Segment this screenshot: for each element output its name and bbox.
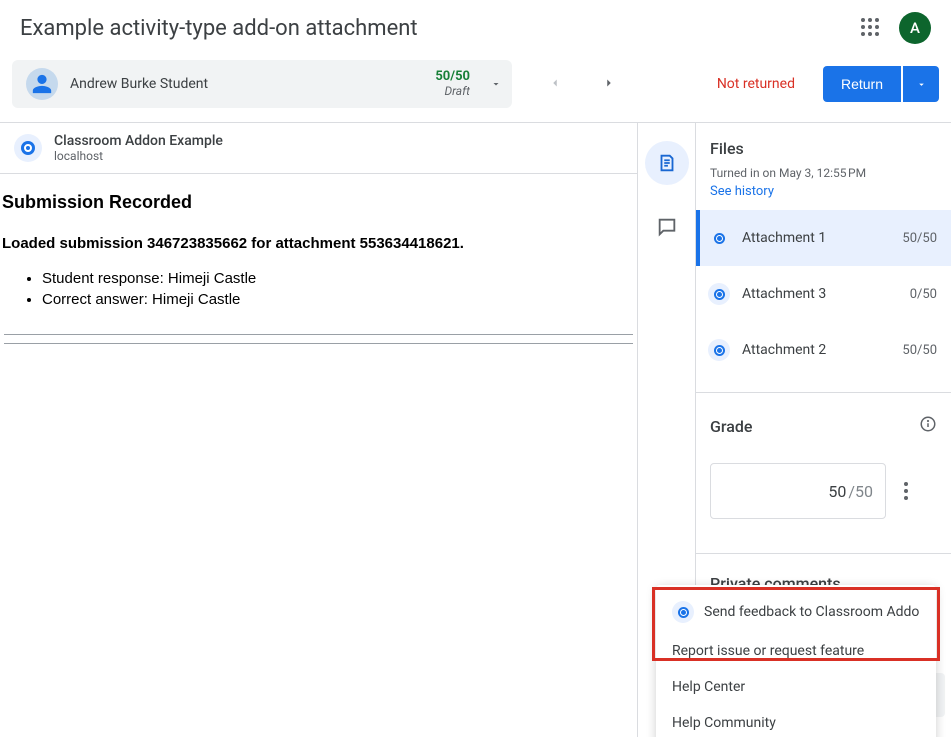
file-list: Attachment 1 50/50 Attachment 3 0/50 Att… — [696, 209, 951, 378]
files-tab-icon[interactable] — [645, 141, 689, 185]
grade-more-icon[interactable] — [904, 482, 908, 500]
next-student-button[interactable] — [596, 70, 622, 99]
app-header: Example activity-type add-on attachment … — [0, 0, 951, 54]
help-community-item[interactable]: Help Community — [656, 705, 936, 737]
menu-item-label: Send feedback to Classroom Addon Example — [704, 604, 920, 620]
grade-denominator: /50 — [848, 482, 873, 501]
attachment-icon — [708, 227, 730, 249]
menu-item-label: Help Center — [672, 679, 745, 695]
prev-student-button[interactable] — [542, 70, 568, 99]
file-name: Attachment 2 — [742, 342, 890, 358]
submission-loaded-line: Loaded submission 346723835662 for attac… — [2, 235, 635, 252]
return-status: Not returned — [717, 76, 795, 92]
file-score: 0/50 — [910, 287, 937, 302]
grade-title: Grade — [710, 417, 752, 436]
submission-bullet: Correct answer: Himeji Castle — [42, 291, 635, 308]
addon-icon — [672, 601, 694, 623]
comments-tab-icon[interactable] — [645, 205, 689, 249]
account-avatar[interactable]: A — [899, 12, 931, 44]
help-center-item[interactable]: Help Center — [656, 669, 936, 705]
attachment-icon — [708, 283, 730, 305]
student-name: Andrew Burke Student — [70, 76, 423, 92]
grade-info-icon[interactable] — [919, 415, 937, 437]
grading-toolbar: Andrew Burke Student 50/50 Draft Not ret… — [0, 54, 951, 122]
page-title: Example activity-type add-on attachment — [20, 16, 418, 41]
report-issue-item[interactable]: Report issue or request feature — [656, 633, 936, 669]
submission-details: Student response: Himeji Castle Correct … — [2, 270, 635, 308]
google-apps-icon[interactable] — [861, 18, 881, 38]
turned-in-timestamp: Turned in on May 3, 12:55 PM — [710, 166, 937, 180]
send-feedback-item[interactable]: Send feedback to Classroom Addon Example — [656, 591, 936, 633]
student-avatar-icon — [26, 68, 58, 100]
right-sidebar: Files Turned in on May 3, 12:55 PM See h… — [696, 123, 951, 737]
file-row[interactable]: Attachment 2 50/50 — [696, 322, 951, 378]
addon-title: Classroom Addon Example — [54, 133, 223, 149]
return-button[interactable]: Return — [823, 66, 901, 102]
file-score: 50/50 — [902, 231, 937, 246]
dropdown-arrow-icon — [490, 75, 502, 94]
attachment-icon — [708, 339, 730, 361]
student-score: 50/50 — [435, 70, 470, 84]
file-score: 50/50 — [902, 343, 937, 358]
draft-label: Draft — [444, 85, 470, 98]
addon-header: Classroom Addon Example localhost — [0, 123, 637, 174]
grade-input[interactable]: 50/50 — [710, 463, 886, 519]
file-row[interactable]: Attachment 3 0/50 — [696, 266, 951, 322]
see-history-link[interactable]: See history — [710, 184, 774, 199]
files-title: Files — [710, 139, 937, 158]
addon-icon — [14, 134, 42, 162]
student-selector[interactable]: Andrew Burke Student 50/50 Draft — [12, 60, 512, 108]
menu-item-label: Report issue or request feature — [672, 643, 864, 659]
file-name: Attachment 3 — [742, 286, 898, 302]
addon-subtitle: localhost — [54, 149, 223, 163]
menu-item-label: Help Community — [672, 715, 776, 731]
addon-iframe: Submission Recorded Loaded submission 34… — [0, 174, 637, 737]
submission-bullet: Student response: Himeji Castle — [42, 270, 635, 287]
file-row[interactable]: Attachment 1 50/50 — [696, 210, 951, 266]
main-content: Classroom Addon Example localhost Submis… — [0, 123, 638, 737]
grade-value: 50 — [828, 482, 846, 501]
help-menu-popup: Send feedback to Classroom Addon Example… — [656, 585, 936, 737]
return-more-button[interactable] — [903, 66, 939, 102]
file-name: Attachment 1 — [742, 230, 890, 246]
submission-heading: Submission Recorded — [2, 192, 635, 213]
